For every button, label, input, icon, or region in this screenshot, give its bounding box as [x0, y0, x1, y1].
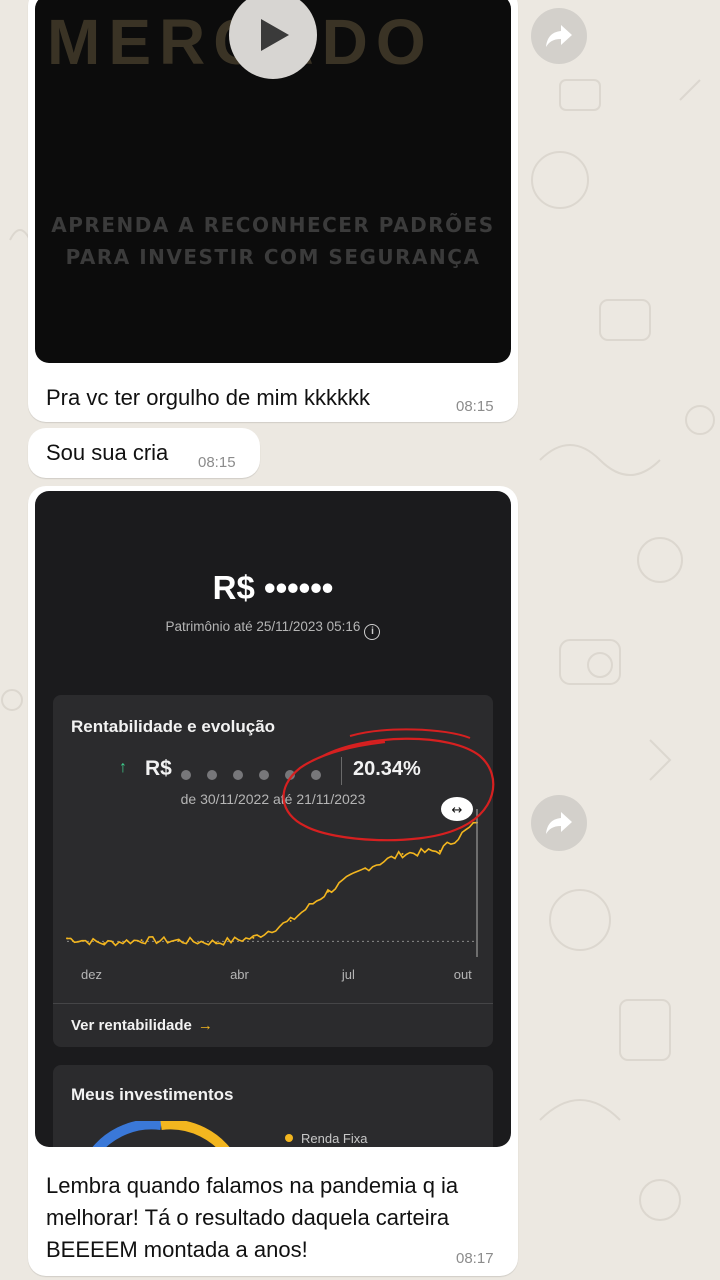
image-message-bubble[interactable]: R$ •••••• Patrimônio até 25/11/2023 05:1… — [28, 486, 518, 1276]
legend-dot — [285, 1134, 293, 1142]
video-message-bubble[interactable]: MERCADO APRENDA A RECONHECER PADRÕES PAR… — [28, 0, 518, 422]
red-circle-annotation — [282, 728, 495, 842]
forward-icon — [546, 25, 572, 47]
investimentos-card: Meus investimentos Renda Fixa — [53, 1065, 493, 1147]
data-point — [326, 890, 329, 893]
data-point — [364, 867, 367, 870]
investment-app-screenshot[interactable]: R$ •••••• Patrimônio até 25/11/2023 05:1… — [35, 491, 511, 1147]
message-time: 08:17 — [456, 1250, 494, 1267]
allocation-donut — [92, 1121, 230, 1147]
arrow-right-icon: → — [197, 1017, 213, 1034]
forward-button[interactable] — [531, 8, 587, 64]
renda-fixa-label: Renda Fixa — [301, 1131, 368, 1146]
video-thumbnail-line-1: APRENDA A RECONHECER PADRÕES — [51, 213, 495, 237]
data-point — [215, 941, 218, 944]
data-point — [103, 942, 106, 945]
video-thumbnail[interactable]: MERCADO APRENDA A RECONHECER PADRÕES PAR… — [35, 0, 511, 363]
play-icon — [261, 19, 289, 51]
gain-currency: R$ — [145, 757, 172, 780]
info-icon: i — [364, 624, 381, 640]
card-divider — [53, 1003, 493, 1004]
x-tick-label: jul — [341, 967, 355, 982]
forward-button[interactable] — [531, 795, 587, 851]
forward-icon — [546, 812, 572, 834]
screenshot-caption: Lembra quando falamos na pandemia q ia m… — [46, 1173, 459, 1262]
message-text: Sou sua cria — [46, 440, 169, 465]
ver-rentabilidade-link[interactable]: Ver rentabilidade → — [71, 1017, 213, 1034]
video-caption: Pra vc ter orgulho de mim kkkkkk — [46, 385, 370, 410]
x-tick-label: abr — [230, 967, 249, 982]
balance-hidden: R$ •••••• — [212, 569, 334, 606]
x-tick-label: out — [453, 967, 472, 982]
data-point — [66, 937, 68, 940]
x-tick-label: dez — [81, 967, 102, 982]
investimentos-title: Meus investimentos — [71, 1085, 234, 1104]
data-point — [289, 919, 292, 922]
text-message-bubble[interactable]: Sou sua cria 08:15 — [28, 428, 260, 478]
data-point — [140, 939, 143, 942]
data-point — [177, 939, 180, 942]
arrow-up-icon: ↑ — [119, 759, 127, 776]
video-thumbnail-line-2: PARA INVESTIR COM SEGURANÇA — [65, 245, 481, 269]
renda-fixa-legend: Renda Fixa — [285, 1131, 367, 1146]
patrimonio-text: Patrimônio até 25/11/2023 05:16 — [165, 619, 361, 634]
data-point — [252, 936, 255, 939]
message-time: 08:15 — [198, 454, 236, 471]
message-time: 08:15 — [456, 398, 494, 415]
patrimonio-line: Patrimônio até 25/11/2023 05:16 i — [35, 619, 511, 640]
data-point — [401, 852, 404, 855]
ver-rentabilidade-label: Ver rentabilidade — [71, 1017, 192, 1034]
rentabilidade-title: Rentabilidade e evolução — [71, 717, 276, 736]
